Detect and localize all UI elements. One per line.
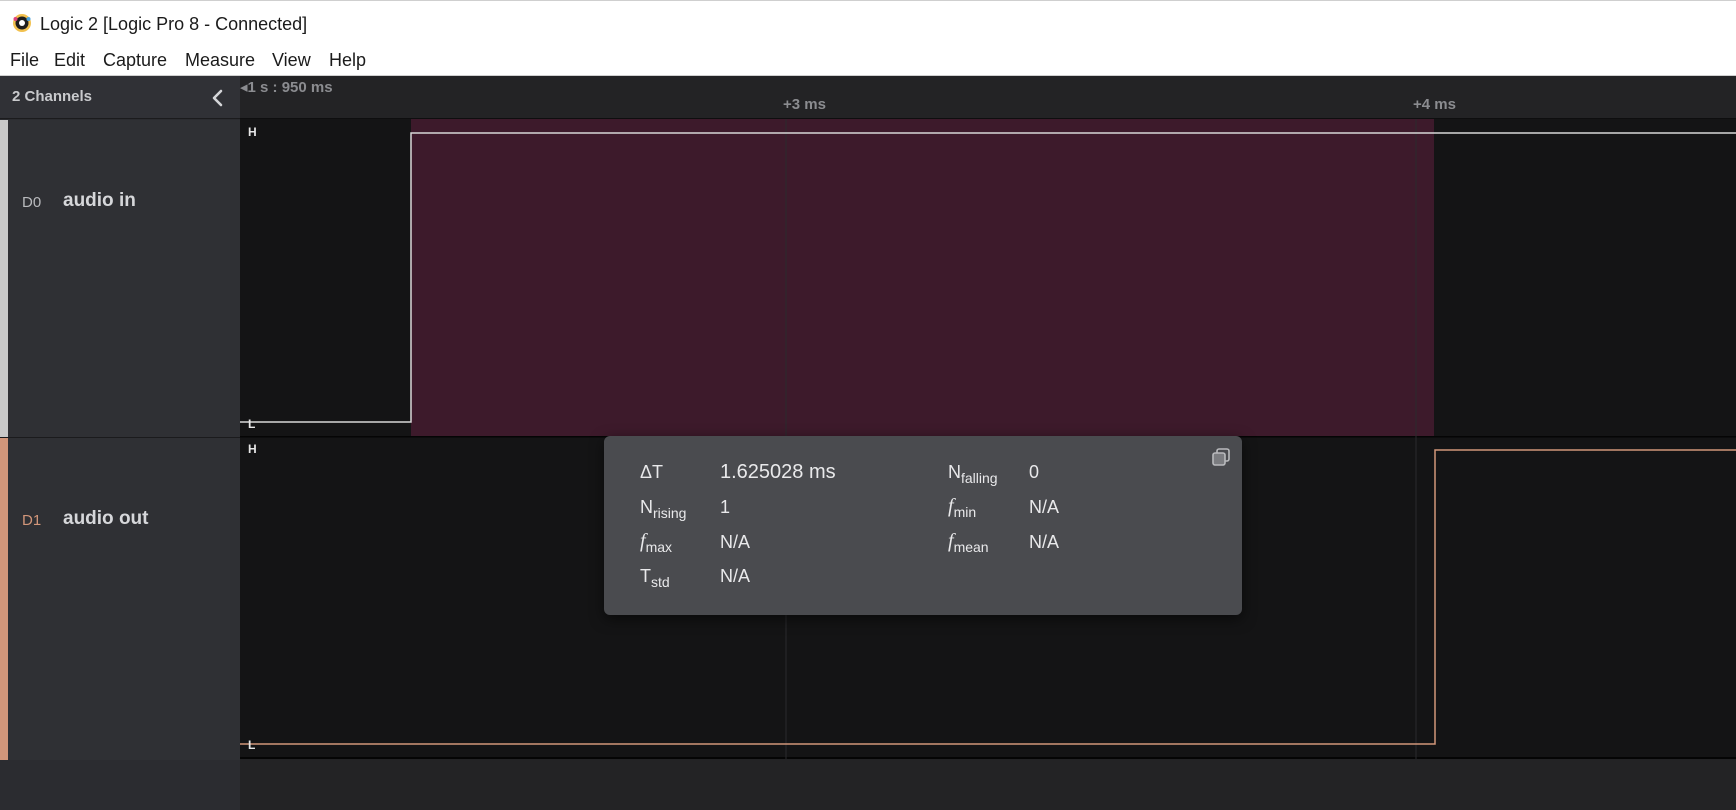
n-falling-symbol: N xyxy=(948,462,961,482)
menu-bar: File Edit Capture Measure View Help xyxy=(0,46,1736,76)
d0-low-label: L xyxy=(248,417,255,431)
channel-row-d0[interactable]: D0 audio in xyxy=(0,120,240,437)
channel-row-d1[interactable]: D1 audio out xyxy=(0,437,240,760)
channel-id: D0 xyxy=(22,194,42,211)
f-mean-subscript: mean xyxy=(953,539,989,555)
t-std-value: N/A xyxy=(720,566,751,586)
menu-capture[interactable]: Capture xyxy=(103,50,167,71)
channel-color-bar xyxy=(0,120,8,437)
f-max-subscript: max xyxy=(645,539,673,555)
ruler-origin-time: 1 s : 950 ms xyxy=(247,79,333,96)
sidebar-header: 2 Channels xyxy=(0,76,240,119)
window-title: Logic 2 [Logic Pro 8 - Connected] xyxy=(40,14,308,34)
logic-app-icon xyxy=(13,14,31,32)
f-min-label: fmin xyxy=(948,495,976,520)
n-rising-symbol: N xyxy=(640,497,653,517)
f-mean-label: fmean xyxy=(948,530,989,555)
n-rising-value: 1 xyxy=(720,497,731,517)
measurement-popup[interactable]: ΔT 1.625028 ms Nfalling 0 Nrising 1 fmin… xyxy=(604,436,1242,615)
ruler-origin-label: ◂1 s : 950 ms xyxy=(240,79,333,96)
copy-icon[interactable] xyxy=(1210,446,1232,468)
ruler-tick-3ms: +3 ms xyxy=(783,96,826,113)
ruler-tick-4ms: +4 ms xyxy=(1413,96,1456,113)
menu-edit[interactable]: Edit xyxy=(54,50,85,71)
channel-sidebar: 2 Channels D0 audio in D1 audio out xyxy=(0,76,240,810)
t-std-label: Tstd xyxy=(640,566,670,590)
time-ruler[interactable]: ◂1 s : 950 ms +3 ms +4 ms xyxy=(240,76,1736,119)
n-rising-label: Nrising xyxy=(640,497,686,521)
t-std-subscript: std xyxy=(651,574,670,590)
channel-color-bar xyxy=(0,438,8,760)
menu-view[interactable]: View xyxy=(272,50,311,71)
f-max-value: N/A xyxy=(720,532,751,552)
menu-measure[interactable]: Measure xyxy=(185,50,255,71)
menu-file[interactable]: File xyxy=(10,50,39,71)
channel-name[interactable]: audio in xyxy=(63,190,136,212)
n-falling-value: 0 xyxy=(1029,462,1040,482)
empty-track-area xyxy=(240,759,1736,810)
f-max-label: fmax xyxy=(640,530,672,555)
menu-help[interactable]: Help xyxy=(329,50,366,71)
n-falling-label: Nfalling xyxy=(948,462,998,486)
channel-name[interactable]: audio out xyxy=(63,508,148,530)
channel-count-label: 2 Channels xyxy=(12,88,93,105)
d1-high-label: H xyxy=(248,442,257,456)
delta-t-value: 1.625028 ms xyxy=(720,461,836,483)
delta-t-label: ΔT xyxy=(640,462,664,482)
n-falling-subscript: falling xyxy=(961,470,998,486)
f-min-subscript: min xyxy=(953,504,977,520)
measurement-selection[interactable] xyxy=(411,119,1434,436)
d1-low-label: L xyxy=(248,738,255,752)
d0-high-label: H xyxy=(248,125,257,139)
f-min-value: N/A xyxy=(1029,497,1060,517)
t-std-symbol: T xyxy=(640,566,651,586)
n-rising-subscript: rising xyxy=(653,505,687,521)
f-mean-value: N/A xyxy=(1029,532,1060,552)
channel-id: D1 xyxy=(22,512,42,529)
chevron-left-icon[interactable] xyxy=(206,86,230,110)
title-bar: Logic 2 [Logic Pro 8 - Connected] xyxy=(0,0,1736,46)
